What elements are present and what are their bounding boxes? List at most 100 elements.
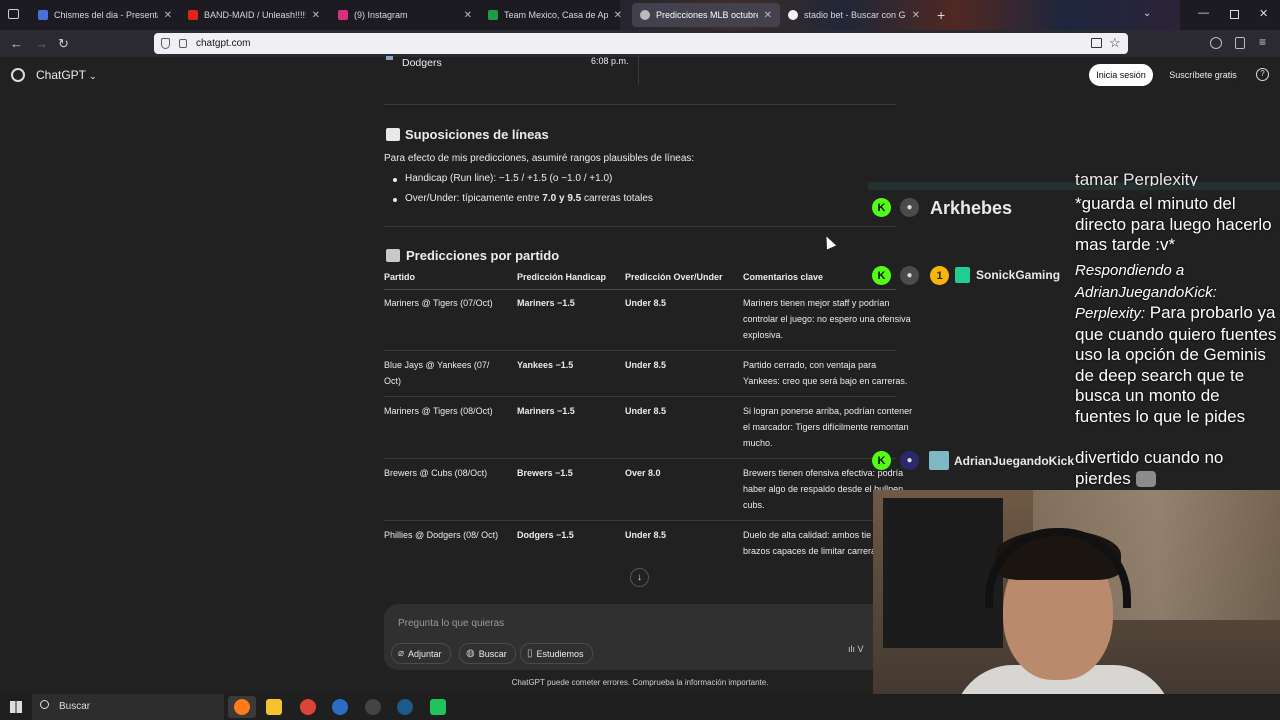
disclaimer-text: ChatGPT puede cometer errores. Comprueba… bbox=[511, 678, 769, 687]
table-cell-comment: Duelo de alta calidad: ambos tie brazos … bbox=[743, 530, 877, 556]
firefox-icon[interactable] bbox=[234, 699, 250, 715]
stadium-icon bbox=[386, 249, 400, 262]
obs-icon[interactable] bbox=[365, 699, 381, 715]
table-cell-comment: Mariners tienen mejor staff y podrían co… bbox=[743, 298, 911, 340]
scroll-down-button[interactable]: ↓ bbox=[630, 568, 649, 587]
table-cell-game: Brewers @ Cubs (08/Oct) bbox=[384, 468, 488, 478]
message-composer[interactable] bbox=[384, 604, 884, 670]
prompt-input[interactable]: Pregunta lo que quieras bbox=[398, 618, 504, 629]
tab-predicciones[interactable]: Predicciones MLB octubre 7-8 ✕ bbox=[632, 3, 780, 27]
tab-instagram[interactable]: (9) Instagram ✕ bbox=[330, 3, 480, 27]
baseball-icon bbox=[386, 56, 393, 60]
globe-icon: ◍ bbox=[466, 648, 475, 659]
chat-message-text: Respondiendo a AdrianJuegandoKick: Perpl… bbox=[1075, 262, 1277, 426]
table-cell-handicap: Yankees −1.5 bbox=[517, 360, 574, 370]
kick-badge-icon: K bbox=[872, 266, 891, 285]
table-row-divider bbox=[384, 520, 896, 521]
help-icon[interactable]: ? bbox=[1256, 68, 1269, 81]
table-cell-over-under: Under 8.5 bbox=[625, 360, 667, 370]
instagram-icon bbox=[338, 10, 348, 20]
app-c-icon[interactable] bbox=[332, 699, 348, 715]
url-bar[interactable] bbox=[154, 33, 1128, 54]
schedule-team: Dodgers bbox=[402, 57, 442, 69]
gift-icon bbox=[955, 267, 970, 283]
lock-icon[interactable] bbox=[179, 39, 187, 48]
webcam-poster bbox=[883, 498, 1003, 648]
forward-arrow-icon[interactable]: → bbox=[35, 36, 48, 51]
chat-message-text: *guarda el minuto del directo para luego… bbox=[1075, 194, 1272, 254]
minimize-button[interactable]: — bbox=[1198, 7, 1209, 19]
section-divider bbox=[384, 104, 896, 105]
close-icon[interactable]: ✕ bbox=[912, 10, 920, 21]
table-cell-over-under: Under 8.5 bbox=[625, 530, 667, 540]
close-window-button[interactable]: ✕ bbox=[1259, 7, 1268, 20]
attach-button[interactable]: ⌀ Adjuntar bbox=[391, 643, 451, 664]
openai-logo-icon bbox=[11, 68, 25, 82]
chrome-icon[interactable] bbox=[300, 699, 316, 715]
cat-emote-icon bbox=[1135, 471, 1156, 488]
column-header-over-under: Predicción Over/Under bbox=[625, 272, 723, 282]
book-icon: ▯ bbox=[527, 648, 533, 659]
tab-chismes[interactable]: Chismes del dia - Presentación ✕ bbox=[30, 3, 180, 27]
section-title-predictions: Predicciones por partido bbox=[406, 248, 560, 263]
close-icon[interactable]: ✕ bbox=[464, 10, 472, 21]
steam-icon[interactable] bbox=[397, 699, 413, 715]
chat-username: AdrianJuegandoKick bbox=[954, 454, 1075, 468]
url-text[interactable]: chatgpt.com bbox=[196, 38, 250, 49]
windows-start-icon[interactable] bbox=[10, 701, 22, 713]
back-arrow-icon[interactable]: ← bbox=[10, 36, 23, 51]
kick-badge-icon: K bbox=[872, 198, 891, 217]
lines-bullet-handicap: Handicap (Run line): −1.5 / +1.5 (o −1.0… bbox=[405, 173, 613, 184]
table-cell-handicap: Dodgers −1.5 bbox=[517, 530, 574, 540]
user-avatar-icon: ● bbox=[900, 451, 919, 470]
table-header-divider bbox=[384, 289, 896, 290]
reload-icon[interactable]: ↻ bbox=[58, 36, 69, 52]
file-explorer-icon[interactable] bbox=[266, 699, 282, 715]
close-icon[interactable]: ✕ bbox=[614, 10, 622, 21]
kick-badge-icon: K bbox=[872, 451, 891, 470]
search-button[interactable]: ◍ Buscar bbox=[459, 643, 516, 664]
signup-button[interactable]: Suscríbete gratis bbox=[1161, 64, 1245, 86]
table-cell-game: Blue Jays @ Yankees (07/ Oct) bbox=[384, 360, 490, 386]
voice-button[interactable]: ılı V bbox=[848, 644, 864, 654]
section-divider bbox=[384, 226, 896, 227]
chatgpt-favicon-icon bbox=[640, 10, 650, 20]
account-icon[interactable] bbox=[1210, 37, 1222, 49]
new-tab-button[interactable]: + bbox=[937, 7, 945, 23]
close-icon[interactable]: ✕ bbox=[764, 10, 772, 21]
chat-username: Arkhebes bbox=[930, 198, 1013, 218]
tab-google[interactable]: stadio bet - Buscar con Google ✕ bbox=[780, 3, 928, 27]
table-cell-comment: Si logran ponerse arriba, podrían conten… bbox=[743, 406, 913, 448]
login-button[interactable]: Inicia sesión bbox=[1089, 64, 1153, 86]
menu-icon[interactable]: ≡ bbox=[1259, 35, 1266, 49]
chevron-down-icon: ⌄ bbox=[89, 71, 97, 81]
study-button[interactable]: ▯ Estudiemos bbox=[520, 643, 593, 664]
bar-chart-icon bbox=[386, 128, 400, 141]
table-column-divider bbox=[638, 56, 639, 84]
table-cell-game: Phillies @ Dodgers (08/ Oct) bbox=[384, 530, 499, 540]
taskbar-search-text[interactable]: Buscar bbox=[59, 701, 90, 712]
schedule-time: 6:08 p.m. bbox=[591, 56, 629, 66]
extensions-icon[interactable] bbox=[1235, 37, 1245, 49]
bullet-dot bbox=[393, 198, 397, 202]
lines-intro: Para efecto de mis predicciones, asumiré… bbox=[384, 153, 695, 164]
column-header-comments: Comentarios clave bbox=[743, 272, 824, 282]
maximize-button[interactable] bbox=[1230, 10, 1239, 19]
reader-view-icon[interactable] bbox=[1091, 38, 1102, 48]
google-icon bbox=[788, 10, 798, 20]
model-selector[interactable]: ChatGPT ⌄ bbox=[36, 68, 97, 82]
shield-icon[interactable] bbox=[161, 38, 170, 49]
bookmark-star-icon[interactable]: ☆ bbox=[1109, 35, 1121, 51]
column-header-game: Partido bbox=[384, 272, 416, 282]
user-emblem-icon bbox=[929, 451, 949, 470]
tab-team-mexico[interactable]: Team Mexico, Casa de Apuesta ✕ bbox=[480, 3, 630, 27]
bullet-dot bbox=[393, 178, 397, 182]
subscriber-badge: 1 bbox=[930, 266, 949, 285]
streaming-app-icon[interactable] bbox=[430, 699, 446, 715]
close-icon[interactable]: ✕ bbox=[164, 10, 172, 21]
tab-band-maid[interactable]: BAND-MAID / Unleash!!!!! ✕ bbox=[180, 3, 328, 27]
tab-list-icon[interactable] bbox=[8, 9, 19, 19]
close-icon[interactable]: ✕ bbox=[312, 10, 320, 21]
tab-overflow-chevron-icon[interactable]: ⌄ bbox=[1143, 8, 1151, 19]
sheet-icon bbox=[488, 10, 498, 20]
